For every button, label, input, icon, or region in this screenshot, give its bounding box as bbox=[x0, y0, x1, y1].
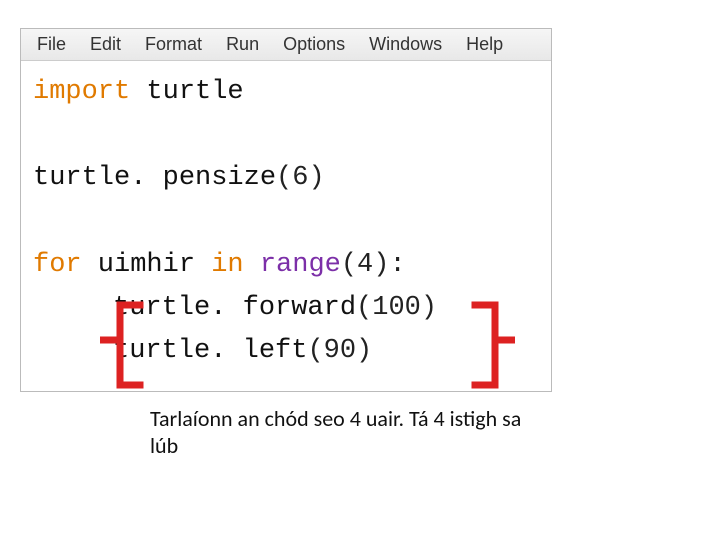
keyword-for: for bbox=[33, 250, 82, 280]
code-text: turtle. pensize bbox=[33, 163, 276, 193]
menu-windows[interactable]: Windows bbox=[357, 31, 454, 58]
menu-options[interactable]: Options bbox=[271, 31, 357, 58]
annotation-text: Tarlaíonn an chód seo 4 uair. Tá 4 istig… bbox=[150, 405, 530, 459]
code-paren: (100) bbox=[356, 293, 437, 323]
menu-format[interactable]: Format bbox=[133, 31, 214, 58]
code-text bbox=[244, 250, 260, 280]
menu-run[interactable]: Run bbox=[214, 31, 271, 58]
code-blank-line bbox=[33, 114, 539, 157]
keyword-in: in bbox=[211, 250, 243, 280]
code-blank-line bbox=[33, 201, 539, 244]
menu-bar: File Edit Format Run Options Windows Hel… bbox=[21, 29, 551, 61]
code-text: uimhir bbox=[82, 250, 212, 280]
bracket-left-icon bbox=[80, 295, 150, 395]
code-paren: (90) bbox=[307, 336, 372, 366]
menu-file[interactable]: File bbox=[25, 31, 78, 58]
code-line: turtle. pensize(6) bbox=[33, 157, 539, 200]
code-text: turtle bbox=[130, 77, 243, 107]
keyword-import: import bbox=[33, 77, 130, 107]
code-line: import turtle bbox=[33, 71, 539, 114]
code-paren: (6) bbox=[276, 163, 325, 193]
builtin-range: range bbox=[260, 250, 341, 280]
menu-help[interactable]: Help bbox=[454, 31, 515, 58]
code-line: for uimhir in range(4): bbox=[33, 244, 539, 287]
bracket-right-icon bbox=[465, 295, 535, 395]
code-paren: (4): bbox=[341, 250, 406, 280]
menu-edit[interactable]: Edit bbox=[78, 31, 133, 58]
